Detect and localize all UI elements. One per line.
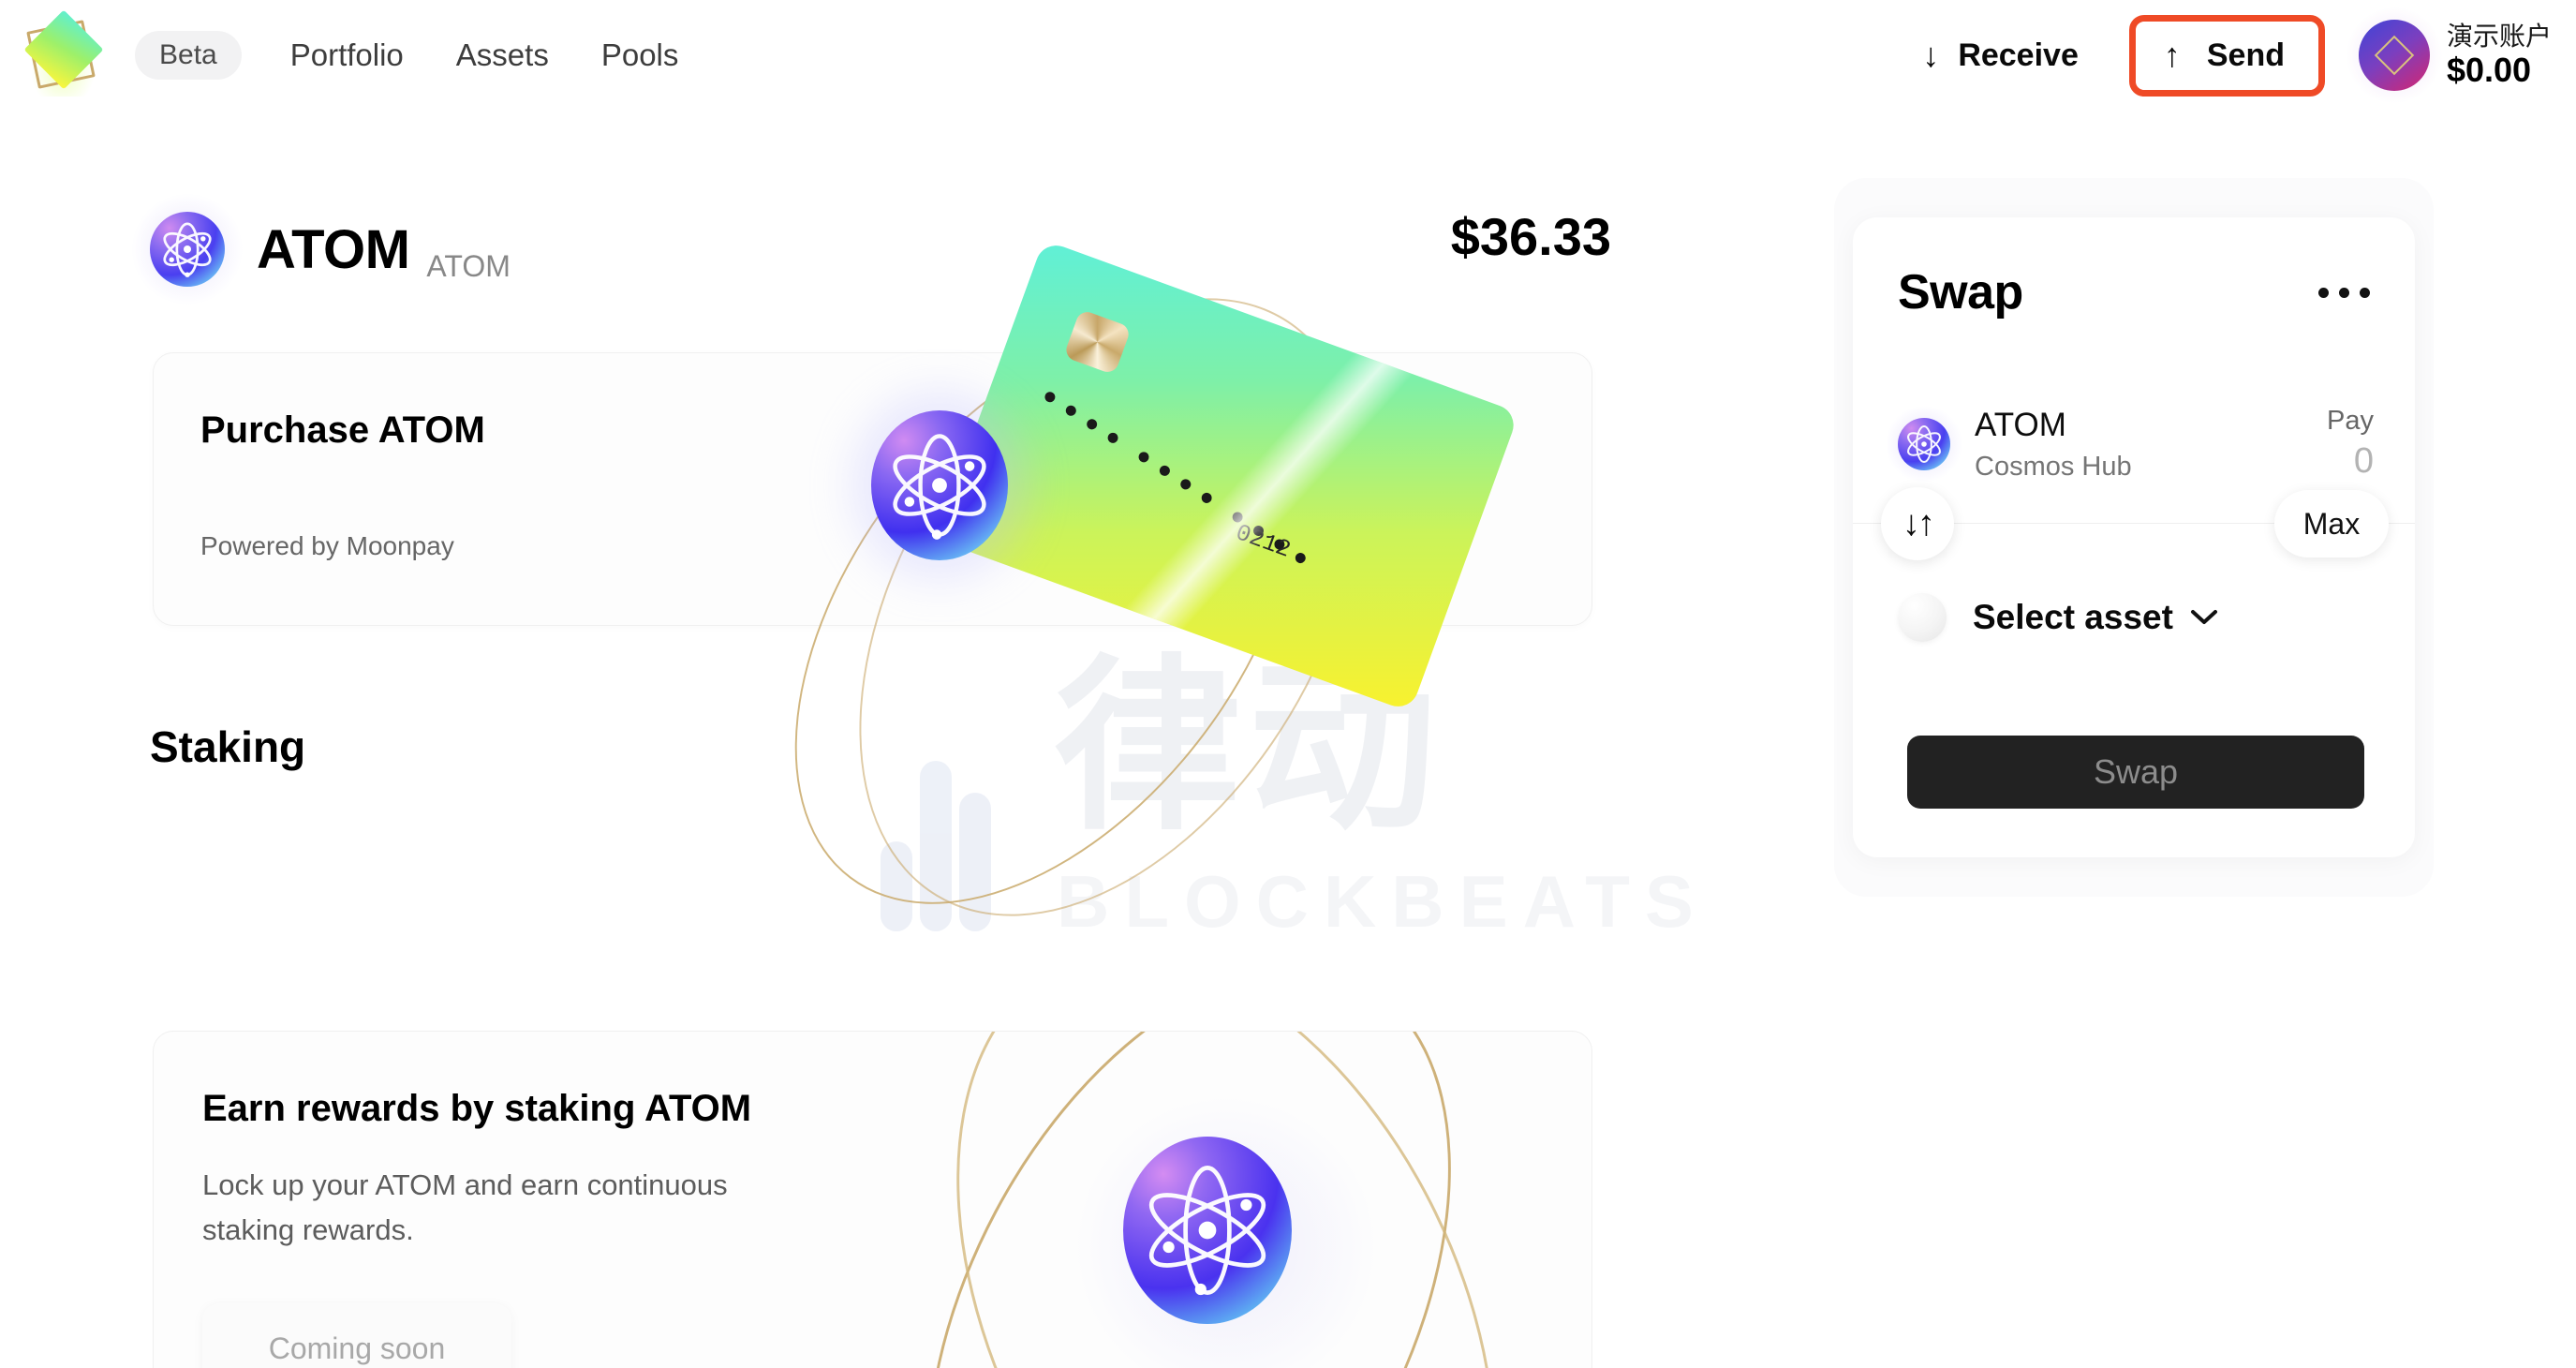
atom-token-icon	[1883, 403, 1965, 485]
send-label: Send	[2206, 37, 2285, 73]
pay-amount-group: Pay 0	[2327, 406, 2374, 482]
select-asset-label: Select asset	[1973, 598, 2173, 636]
pay-token-chain: Cosmos Hub	[1975, 451, 2132, 482]
purchase-card-title: Purchase ATOM	[200, 409, 485, 451]
leap-logo-icon[interactable]	[21, 9, 111, 100]
swap-panel-header: Swap	[1898, 264, 2374, 320]
staking-card-description: Lock up your ATOM and earn continuous st…	[202, 1168, 728, 1247]
account-balance: $0.00	[2446, 50, 2532, 89]
send-button[interactable]: ↑ Send	[2135, 21, 2318, 90]
staking-section-title: Staking	[150, 722, 306, 771]
atom-orbit-lines	[163, 222, 212, 277]
avatar-diamond-shape	[2374, 35, 2415, 76]
avatar	[2345, 7, 2443, 104]
header-actions: ↓ Receive ↑ Send 演示账户 $0.00	[1903, 0, 2559, 111]
staking-atom-orbit-lines	[1148, 1166, 1266, 1296]
bar-chart-logo-icon	[881, 697, 1021, 931]
nav-item-pools[interactable]: Pools	[601, 37, 679, 73]
account-name: 演示账户	[2446, 22, 2552, 52]
asset-price: $36.33	[1450, 207, 1611, 266]
arrow-up-icon: ↑	[2163, 36, 2181, 74]
nav-item-assets[interactable]: Assets	[456, 37, 549, 73]
swap-direction-glyph: ↓↑	[1902, 504, 1935, 543]
swap-panel: Swap ATOM Cosmos Hub Pay 0 ↓↑ Max Select…	[1853, 217, 2415, 857]
receive-label: Receive	[1958, 37, 2079, 73]
pay-atom-orbit-lines	[1907, 424, 1941, 464]
swap-direction-icon[interactable]: ↓↑	[1881, 487, 1954, 560]
blockbeats-watermark: 律动 BLOCKBEATS	[881, 654, 1742, 973]
swap-panel-title: Swap	[1898, 265, 2023, 320]
send-button-highlight: ↑ Send	[2128, 14, 2325, 97]
atom-icon-sphere	[150, 212, 225, 287]
pay-label: Pay	[2327, 406, 2374, 437]
nav-item-portfolio[interactable]: Portfolio	[290, 37, 404, 73]
watermark-en-text: BLOCKBEATS	[1057, 860, 1709, 943]
pay-token-symbol: ATOM	[1975, 406, 2066, 443]
select-asset-dropdown[interactable]: Select asset	[1898, 585, 2218, 650]
swap-submit-button[interactable]: Swap	[1907, 736, 2364, 809]
asset-symbol: ATOM	[426, 249, 511, 283]
kebab-menu-icon[interactable]	[2315, 278, 2374, 307]
pay-token-sphere	[1898, 418, 1950, 470]
pay-amount-input[interactable]: 0	[2327, 441, 2374, 483]
swap-pay-row[interactable]: ATOM Cosmos Hub Pay 0	[1883, 403, 2374, 485]
page-title: ATOM	[257, 218, 410, 280]
purchase-card[interactable]: Purchase ATOM Powered by Moonpay	[153, 352, 1592, 626]
main-nav: Portfolio Assets Pools	[290, 37, 679, 73]
watermark-cn-text: 律动	[1054, 638, 1444, 856]
main-content: ATOM ATOM $36.33 律动 BLOCKBEATS Purchase …	[0, 111, 1836, 1368]
account-button[interactable]: 演示账户 $0.00	[2345, 7, 2559, 104]
beta-badge: Beta	[135, 31, 242, 80]
max-button[interactable]: Max	[2274, 490, 2389, 558]
empty-token-icon	[1898, 593, 1947, 642]
purchase-card-subtitle: Powered by Moonpay	[200, 531, 454, 560]
top-navigation-bar: Beta Portfolio Assets Pools ↓ Receive ↑ …	[0, 0, 2576, 111]
page-root: Beta Portfolio Assets Pools ↓ Receive ↑ …	[0, 0, 2576, 1368]
atom-token-icon	[129, 191, 245, 307]
coming-soon-button: Coming soon	[202, 1303, 511, 1368]
staking-card-title: Earn rewards by staking ATOM	[202, 1088, 752, 1129]
atom-orbit-illustration	[818, 1032, 1591, 1368]
pay-token-info: ATOM Cosmos Hub	[1975, 406, 2132, 483]
staking-atom-sphere	[1123, 1137, 1292, 1324]
account-info: 演示账户 $0.00	[2447, 22, 2552, 89]
staking-card: Earn rewards by staking ATOM Lock up you…	[153, 1031, 1592, 1368]
diamond-avatar-icon	[2358, 20, 2430, 91]
chevron-down-icon	[2190, 605, 2218, 631]
asset-header: ATOM ATOM $36.33	[129, 191, 1611, 307]
receive-button[interactable]: ↓ Receive	[1903, 24, 2097, 87]
arrow-down-icon: ↓	[1922, 36, 1940, 74]
